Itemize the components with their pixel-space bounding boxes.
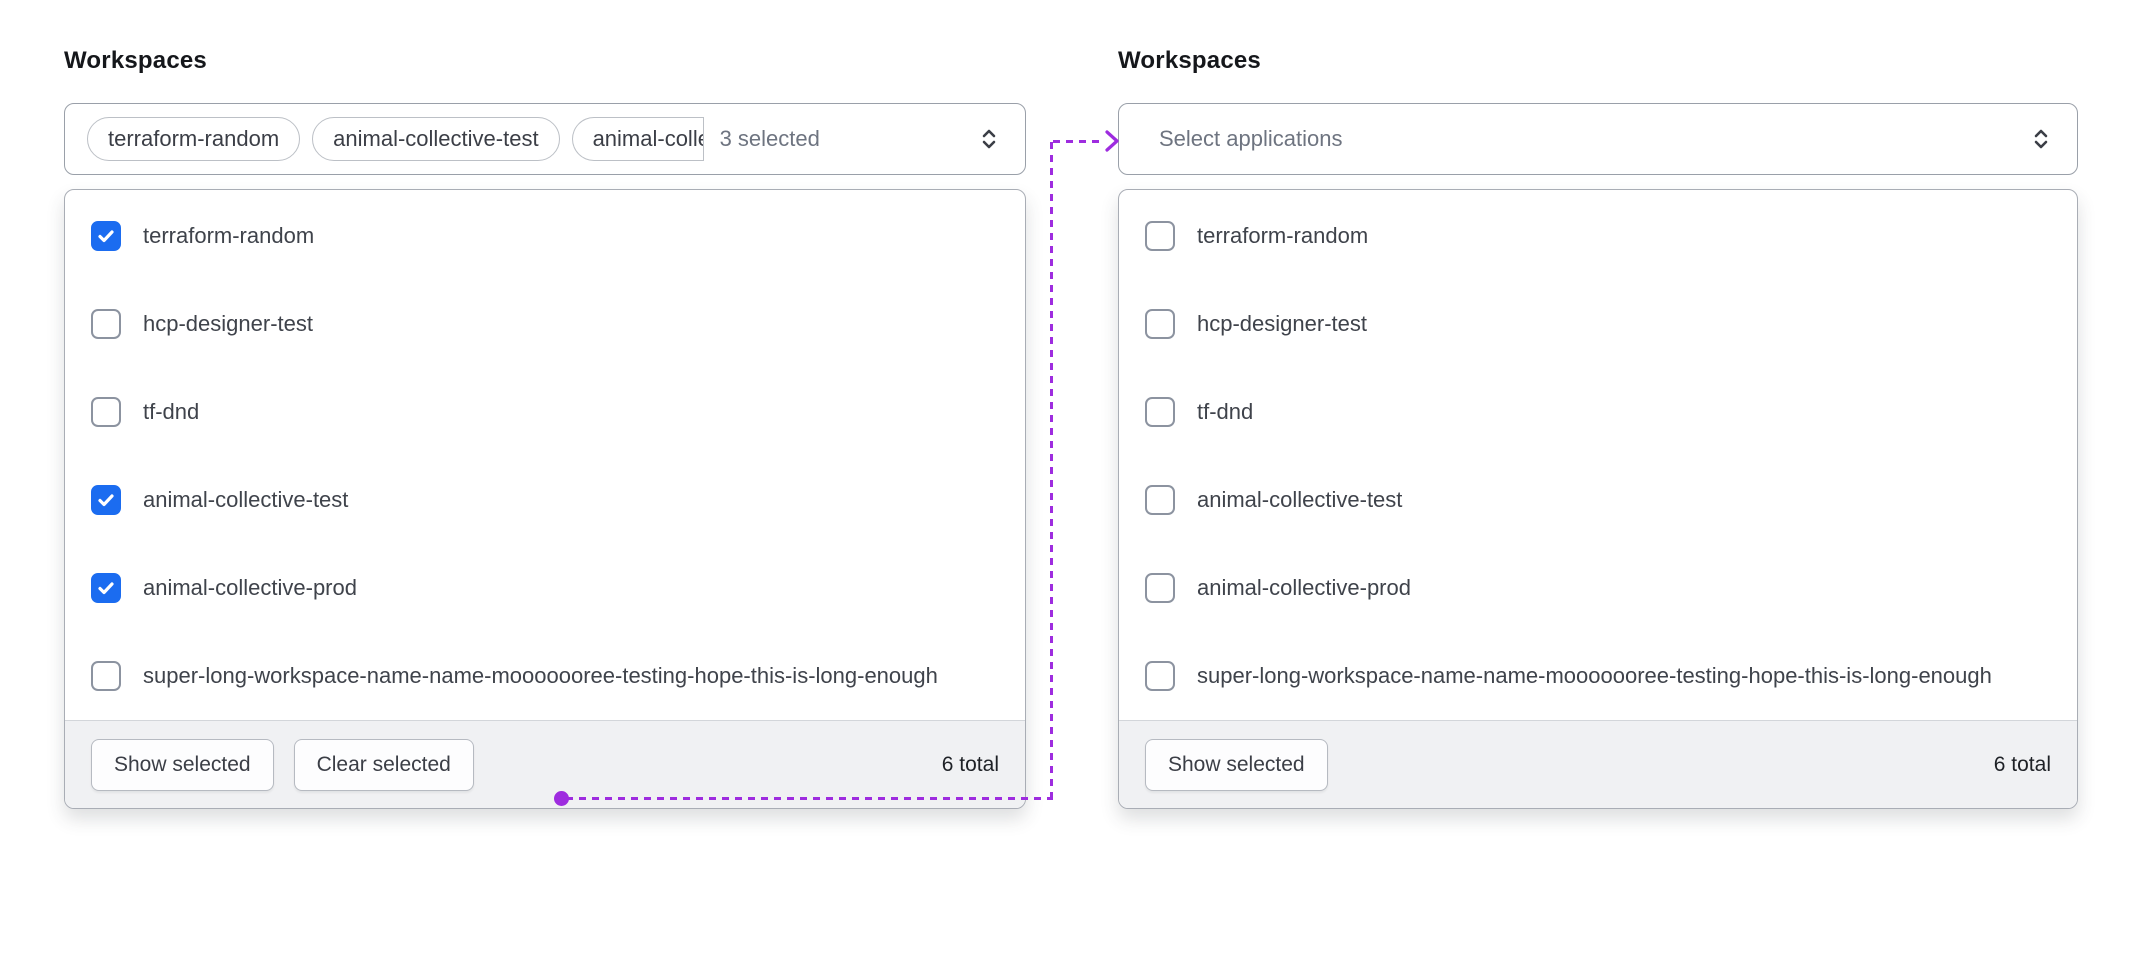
unfold-chevrons-icon [975,125,1003,153]
option-label: animal-collective-prod [143,573,357,603]
option-label: terraform-random [1197,221,1368,251]
show-selected-button[interactable]: Show selected [91,739,274,791]
show-selected-button[interactable]: Show selected [1145,739,1328,791]
option-row[interactable]: terraform-random [65,192,1025,280]
selected-tag-clipped[interactable]: animal-collective-prod [572,117,704,161]
dropdown-footer: Show selected 6 total [1119,720,2077,808]
checkbox[interactable] [1145,485,1175,515]
checkbox[interactable] [91,661,121,691]
annotation-line-horizontal-top [1053,140,1103,143]
option-row[interactable]: hcp-designer-test [1119,280,2077,368]
checkbox[interactable] [91,485,121,515]
checkbox[interactable] [1145,397,1175,427]
field-label: Workspaces [1118,47,2078,75]
option-label: animal-collective-test [143,485,348,515]
option-row[interactable]: tf-dnd [65,368,1025,456]
select-placeholder: Select applications [1159,126,1342,152]
checkbox[interactable] [91,573,121,603]
option-row[interactable]: animal-collective-prod [1119,544,2077,632]
checkbox[interactable] [1145,309,1175,339]
selected-count: 3 selected [720,126,820,152]
checkbox[interactable] [91,221,121,251]
option-row[interactable]: animal-collective-test [65,456,1025,544]
option-label: hcp-designer-test [1197,309,1367,339]
option-label: tf-dnd [143,397,199,427]
option-row[interactable]: animal-collective-test [1119,456,2077,544]
option-list: terraform-random hcp-designer-test tf-dn… [1119,190,2077,720]
field-label: Workspaces [64,47,1026,75]
option-label: animal-collective-prod [1197,573,1411,603]
option-row[interactable]: terraform-random [1119,192,2077,280]
options-dropdown: terraform-random hcp-designer-test tf-dn… [64,189,1026,809]
multiselect-toggle[interactable]: Select applications [1118,103,2078,175]
multiselect-widget-left: Workspaces terraform-random animal-colle… [64,47,1026,809]
option-row[interactable]: hcp-designer-test [65,280,1025,368]
selected-tag[interactable]: terraform-random [87,117,300,161]
option-label: animal-collective-test [1197,485,1402,515]
annotation-line-vertical [1050,142,1053,798]
option-row[interactable]: tf-dnd [1119,368,2077,456]
option-label: super-long-workspace-name-name-moooooore… [1197,661,1992,691]
option-label: super-long-workspace-name-name-moooooore… [143,661,938,691]
dropdown-footer: Show selected Clear selected 6 total [65,720,1025,808]
option-row[interactable]: super-long-workspace-name-name-moooooore… [1119,632,2077,720]
option-label: hcp-designer-test [143,309,313,339]
option-label: tf-dnd [1197,397,1253,427]
selected-tag[interactable]: animal-collective-test [312,117,559,161]
unfold-chevrons-icon [2027,125,2055,153]
options-dropdown: terraform-random hcp-designer-test tf-dn… [1118,189,2078,809]
checkbox[interactable] [1145,221,1175,251]
option-label: terraform-random [143,221,314,251]
checkbox[interactable] [91,397,121,427]
multiselect-widget-right: Workspaces Select applications terraform… [1118,47,2078,809]
option-row[interactable]: animal-collective-prod [65,544,1025,632]
option-row[interactable]: super-long-workspace-name-name-moooooore… [65,632,1025,720]
checkbox[interactable] [1145,573,1175,603]
total-count: 6 total [942,753,999,777]
multiselect-toggle[interactable]: terraform-random animal-collective-test … [64,103,1026,175]
total-count: 6 total [1994,753,2051,777]
clear-selected-button[interactable]: Clear selected [294,739,474,791]
checkbox[interactable] [91,309,121,339]
checkbox[interactable] [1145,661,1175,691]
option-list: terraform-random hcp-designer-test tf-dn… [65,190,1025,720]
